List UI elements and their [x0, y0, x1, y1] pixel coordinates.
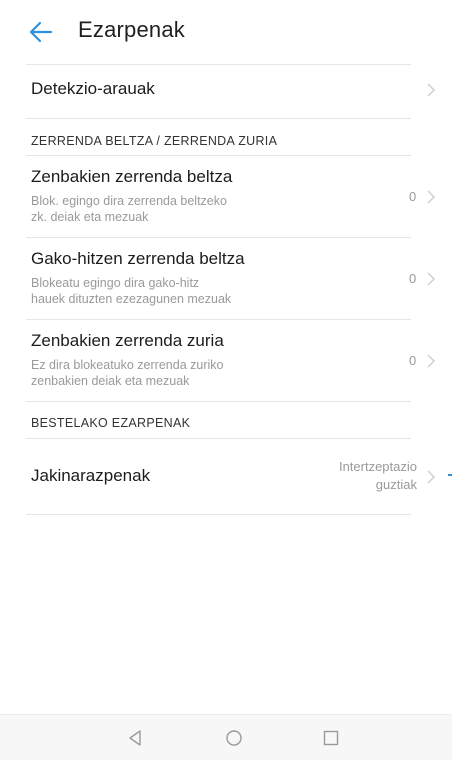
section-header-lists: ZERRENDA BELTZA / ZERRENDA ZURIA — [31, 134, 278, 148]
notifications-value: Intertzeptazio guztiak — [339, 458, 417, 494]
nav-recents-button[interactable] — [319, 726, 343, 750]
keyword-blacklist-label: Gako-hitzen zerrenda beltza — [31, 249, 245, 268]
whitelist-numbers-count: 0 — [409, 353, 417, 368]
section-divider-top — [26, 118, 411, 119]
row-divider — [26, 514, 411, 515]
notifications-value-line1: Intertzeptazio — [338, 459, 417, 474]
keyword-blacklist-desc-line2: hauek dituzten ezezagunen mezuak — [31, 292, 232, 306]
arrow-left-icon — [29, 21, 53, 43]
detection-rules-row[interactable]: Detekzio-arauak — [26, 65, 438, 116]
system-nav-bar — [0, 714, 452, 760]
whitelist-numbers-description: Ez dira blokeatuko zerrenda zuriko zenba… — [31, 357, 301, 389]
notifications-row[interactable]: Jakinarazpenak Intertzeptazio guztiak — [26, 439, 438, 513]
blacklist-numbers-row[interactable]: Zenbakien zerrenda beltza Blok. egingo d… — [26, 156, 438, 236]
back-button[interactable] — [26, 18, 56, 46]
keyword-blacklist-description: Blokeatu egingo dira gako-hitz hauek dit… — [31, 275, 301, 307]
chevron-right-icon — [427, 470, 436, 484]
app-bar: Ezarpenak — [0, 0, 452, 64]
whitelist-numbers-desc-line1: Ez dira blokeatuko zerrenda zuriko — [31, 358, 224, 372]
square-recents-icon — [323, 730, 339, 746]
circle-home-icon — [226, 730, 242, 746]
blacklist-numbers-count: 0 — [409, 189, 417, 204]
blacklist-numbers-label: Zenbakien zerrenda beltza — [31, 167, 233, 186]
chevron-right-icon — [427, 190, 436, 204]
chevron-right-icon — [427, 272, 436, 286]
notifications-label: Jakinarazpenak — [31, 466, 151, 485]
blacklist-numbers-description: Blok. egingo dira zerrenda beltzeko zk. … — [31, 193, 301, 225]
whitelist-numbers-label: Zenbakien zerrenda zuria — [31, 331, 224, 350]
chevron-right-icon — [427, 354, 436, 368]
keyword-blacklist-count: 0 — [409, 271, 417, 286]
whitelist-numbers-desc-line2: zenbakien deiak eta mezuak — [31, 374, 190, 388]
triangle-back-icon — [129, 730, 141, 746]
blacklist-numbers-desc-line1: Blok. egingo dira zerrenda beltzeko — [31, 194, 227, 208]
chevron-right-icon — [427, 83, 436, 97]
detection-rules-label: Detekzio-arauak — [31, 79, 155, 98]
edge-indicator — [448, 474, 452, 476]
section-header-other: BESTELAKO EZARPENAK — [31, 416, 191, 430]
keyword-blacklist-desc-line1: Blokeatu egingo dira gako-hitz — [31, 276, 200, 290]
nav-home-button[interactable] — [222, 726, 246, 750]
settings-screen: Ezarpenak Detekzio-arauak ZERRENDA BELTZ… — [0, 0, 452, 760]
nav-back-button[interactable] — [123, 726, 147, 750]
keyword-blacklist-row[interactable]: Gako-hitzen zerrenda beltza Blokeatu egi… — [26, 238, 438, 318]
notifications-value-line2: guztiak — [375, 477, 417, 492]
blacklist-numbers-desc-line2: zk. deiak eta mezuak — [31, 210, 149, 224]
section-divider-top — [26, 401, 411, 402]
whitelist-numbers-row[interactable]: Zenbakien zerrenda zuria Ez dira blokeat… — [26, 320, 438, 400]
page-title: Ezarpenak — [78, 17, 185, 42]
